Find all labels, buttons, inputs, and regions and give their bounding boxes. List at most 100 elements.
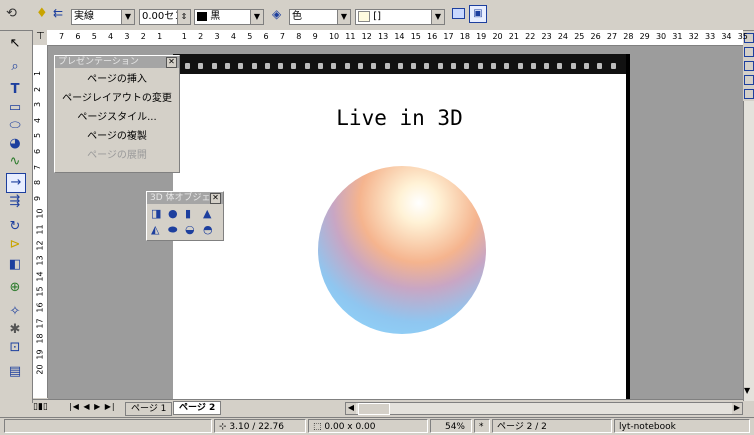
binding-ring bbox=[597, 63, 603, 69]
3d-objects-icon[interactable]: ◕ bbox=[6, 135, 24, 153]
ellipse-icon[interactable]: ⬭ bbox=[6, 117, 24, 135]
pyramid-icon[interactable]: ◭ bbox=[151, 223, 159, 236]
arrange-icon[interactable]: ◧ bbox=[6, 256, 24, 274]
cylinder-icon[interactable]: ▮ bbox=[185, 207, 191, 220]
binding-ring bbox=[371, 63, 377, 69]
line-style-select[interactable]: 実線 ▼ bbox=[71, 9, 135, 25]
outline-view-icon[interactable] bbox=[744, 89, 754, 99]
binding-ring bbox=[557, 63, 563, 69]
binding-ring bbox=[357, 63, 363, 69]
duplicate-page-button[interactable]: ページの複製 bbox=[55, 127, 179, 146]
chevron-down-icon[interactable]: ▼ bbox=[337, 10, 350, 24]
line-icon[interactable]: ♦ bbox=[36, 6, 48, 21]
format-paintbrush-icon[interactable]: ⟲ bbox=[6, 6, 17, 21]
select-arrow-icon[interactable]: ↖ bbox=[6, 35, 24, 53]
ruler-tick-label: 4 bbox=[33, 117, 43, 123]
ruler-tick-label: 1 bbox=[157, 32, 163, 41]
chevron-down-icon[interactable]: ▼ bbox=[121, 10, 134, 24]
close-icon[interactable]: ✕ bbox=[210, 193, 221, 204]
selection-mode-icon[interactable]: ▣ bbox=[469, 5, 487, 23]
scroll-right-icon[interactable]: ▶ bbox=[732, 403, 742, 414]
ruler-tick-label: 1 bbox=[33, 70, 43, 77]
page-style-button[interactable]: ページスタイル... bbox=[55, 108, 179, 127]
sphere-icon[interactable]: ● bbox=[168, 207, 178, 220]
ruler-tick-label: 6 bbox=[263, 32, 269, 41]
area-style-select[interactable]: 色 ▼ bbox=[289, 9, 351, 25]
scroll-thumb[interactable] bbox=[358, 403, 390, 415]
3d-effects-icon[interactable]: ⊡ bbox=[6, 339, 24, 357]
ruler-tick-label: 14 bbox=[35, 271, 45, 282]
line-width-field[interactable]: 0.00セン ⇕ bbox=[139, 9, 191, 25]
half-sphere-icon[interactable]: ◓ bbox=[203, 223, 213, 236]
glue-points-icon[interactable]: ✱ bbox=[6, 321, 24, 339]
cone-icon[interactable]: ▲ bbox=[203, 207, 211, 220]
binding-ring bbox=[437, 63, 443, 69]
line-color-select[interactable]: 黒 ▼ bbox=[194, 9, 264, 25]
chevron-down-icon[interactable]: ▼ bbox=[431, 10, 444, 24]
binding-ring bbox=[544, 63, 550, 69]
fill-bucket-icon[interactable]: ◈ bbox=[272, 7, 281, 21]
scroll-down-icon[interactable]: ▼ bbox=[744, 386, 750, 395]
cube-icon[interactable]: ◨ bbox=[151, 207, 161, 220]
horizontal-scrollbar[interactable]: ◀ ▶ bbox=[345, 402, 743, 415]
modify-layout-button[interactable]: ページレイアウトの変更 bbox=[55, 89, 179, 108]
ruler-tick-label: 10 bbox=[328, 32, 340, 41]
line-color-value: 黒 bbox=[210, 11, 221, 22]
ruler-tick-label: 15 bbox=[410, 32, 421, 41]
status-modified: * bbox=[474, 419, 490, 433]
binding-ring bbox=[251, 63, 257, 69]
status-zoom[interactable]: 54% bbox=[430, 419, 472, 433]
shell-icon[interactable]: ◒ bbox=[185, 223, 195, 236]
connector-icon[interactable]: ⇶ bbox=[6, 193, 24, 211]
chevron-down-icon[interactable]: ▼ bbox=[250, 10, 263, 24]
tab-page-1[interactable]: ページ 1 bbox=[125, 402, 173, 416]
size-value: 0.00 x 0.00 bbox=[324, 422, 376, 432]
shadow-icon[interactable] bbox=[452, 8, 465, 19]
navigator-icon[interactable] bbox=[744, 47, 754, 57]
ruler-tick-label: 18 bbox=[459, 32, 470, 41]
insert-icon[interactable]: ⊕ bbox=[6, 279, 24, 297]
top-toolbar: ⟲ ♦ ⇇ 実線 ▼ 0.00セン ⇕ 黒 ▼ ◈ 色 ▼ [] ▼ ▣ bbox=[0, 0, 754, 31]
binding-ring bbox=[504, 63, 510, 69]
spin-arrows-icon[interactable]: ⇕ bbox=[177, 10, 190, 24]
line-arrow-icon[interactable]: → bbox=[6, 173, 26, 193]
torus-icon[interactable]: ⬬ bbox=[168, 223, 177, 237]
area-fill-select[interactable]: [] ▼ bbox=[355, 9, 445, 25]
scroll-left-icon[interactable]: ◀ bbox=[346, 403, 356, 414]
ruler-tick-label: 25 bbox=[574, 32, 585, 41]
3d-objects-titlebar[interactable]: 3D 体オブジェ ✕ bbox=[147, 192, 223, 204]
binding-ring bbox=[264, 63, 270, 69]
presentation-panel-titlebar[interactable]: プレゼンテーション ✕ bbox=[55, 56, 179, 68]
slide-title[interactable]: Live in 3D bbox=[173, 106, 626, 130]
alignment-icon[interactable]: ⊳ bbox=[6, 236, 24, 254]
ruler-tick-label: 17 bbox=[35, 318, 45, 329]
zoom-icon[interactable]: ⌕ bbox=[6, 58, 24, 76]
horizontal-ruler: 7 6 5 4 3 2 1 1 2 3 4 5 6 7 8 9 10 11 12 13 14 15 16 17 18 19 20 21… bbox=[33, 30, 748, 46]
slide[interactable]: Live in 3D bbox=[173, 54, 630, 399]
insert-page-button[interactable]: ページの挿入 bbox=[55, 70, 179, 89]
3d-sphere[interactable] bbox=[318, 166, 486, 334]
rectangle-icon[interactable]: ▭ bbox=[6, 99, 24, 117]
binding-ring bbox=[584, 63, 589, 69]
status-template: lyt-notebook bbox=[614, 419, 750, 433]
color-swatch-icon bbox=[197, 11, 207, 21]
view-drawing-icon[interactable]: ▯▮▯ bbox=[33, 402, 48, 412]
rotate-icon[interactable]: ↻ bbox=[6, 218, 24, 236]
binding-ring bbox=[384, 63, 390, 69]
curve-icon[interactable]: ∿ bbox=[6, 153, 24, 171]
interaction-icon[interactable]: ▤ bbox=[6, 363, 24, 381]
tab-page-2[interactable]: ページ 2 bbox=[173, 401, 222, 415]
effects-icon[interactable]: ✧ bbox=[6, 303, 24, 321]
ruler-tick-label: 3 bbox=[124, 32, 130, 41]
tab-navigation[interactable]: |◀ ◀ ▶ ▶| bbox=[69, 402, 116, 411]
vertical-scrollbar[interactable] bbox=[743, 101, 754, 401]
binding-ring bbox=[238, 63, 244, 69]
tab-stop-icon[interactable]: ⊤ bbox=[36, 31, 45, 42]
close-icon[interactable]: ✕ bbox=[166, 57, 177, 68]
expand-page-button[interactable]: ページの展開 bbox=[55, 146, 179, 165]
binding-ring bbox=[411, 63, 417, 69]
text-icon[interactable]: T bbox=[6, 81, 24, 99]
gallery-icon[interactable] bbox=[744, 61, 754, 71]
slide-view-icon[interactable] bbox=[744, 75, 754, 85]
arrow-style-icon[interactable]: ⇇ bbox=[53, 6, 63, 20]
